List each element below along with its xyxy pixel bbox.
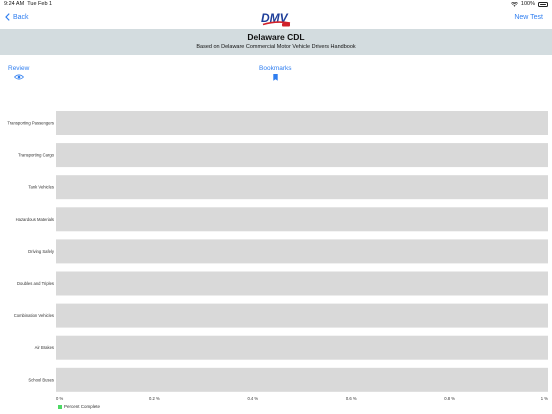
bar-track xyxy=(56,207,548,232)
chart-legend: Percent Complete xyxy=(58,404,100,409)
x-tick-label: 0.4 % xyxy=(247,396,258,401)
category-label: Tank Vehicles xyxy=(28,185,54,190)
page-title: Delaware CDL xyxy=(247,32,305,42)
category-label: Transporting Cargo xyxy=(18,153,55,158)
legend-swatch xyxy=(58,404,62,409)
bar-track xyxy=(56,271,548,296)
review-button[interactable]: Review xyxy=(8,65,29,80)
status-time: 9:24 AM Tue Feb 1 xyxy=(4,1,53,7)
x-tick-label: 0.6 % xyxy=(346,396,357,401)
dmv-logo: DMV xyxy=(261,11,291,27)
eye-icon xyxy=(13,74,24,80)
back-label: Back xyxy=(13,13,29,21)
bookmark-icon xyxy=(273,74,278,81)
x-tick-label: 0.8 % xyxy=(444,396,455,401)
x-tick-label: 0 % xyxy=(56,396,63,401)
chevron-left-icon xyxy=(5,13,10,21)
category-label: Air Brakes xyxy=(35,345,54,350)
status-right: 100% xyxy=(510,0,548,9)
category-label: Doubles and Triples xyxy=(17,281,54,286)
category-label: School Buses xyxy=(28,377,54,382)
x-tick-label: 1 % xyxy=(541,396,548,401)
bookmarks-button[interactable]: Bookmarks xyxy=(259,65,292,81)
category-label: Driving Safely xyxy=(28,249,55,254)
progress-chart-svg: Transporting Passengers Transporting Carg… xyxy=(7,111,548,401)
bar-track xyxy=(56,143,548,168)
bar-track xyxy=(56,367,548,392)
battery-icon xyxy=(538,2,548,7)
bar-track xyxy=(56,239,548,264)
bar-track xyxy=(56,111,548,135)
battery-percent: 100% xyxy=(520,1,535,7)
status-bar: 9:24 AM Tue Feb 1 100% xyxy=(0,0,552,9)
bar-track xyxy=(56,175,548,200)
bookmarks-label: Bookmarks xyxy=(259,65,292,72)
bar-track xyxy=(56,303,548,328)
category-label: Transporting Passengers xyxy=(7,121,54,126)
wifi-icon xyxy=(510,2,518,7)
back-button[interactable]: Back xyxy=(5,13,29,21)
page-subtitle: Based on Delaware Commercial Motor Vehic… xyxy=(196,44,356,50)
bar-track xyxy=(56,335,548,360)
x-tick-label: 0.2 % xyxy=(149,396,160,401)
legend-label: Percent Complete xyxy=(64,404,101,409)
title-band: Delaware CDL Based on Delaware Commercia… xyxy=(0,29,552,55)
navigation-bar: Back DMV New Test xyxy=(0,9,552,29)
progress-chart: Transporting Passengers Transporting Carg… xyxy=(0,100,552,414)
new-test-button[interactable]: New Test xyxy=(514,14,543,21)
category-label: Hazardous Materials xyxy=(16,217,54,222)
review-label: Review xyxy=(8,65,30,72)
category-label: Combination Vehicles xyxy=(14,313,54,318)
